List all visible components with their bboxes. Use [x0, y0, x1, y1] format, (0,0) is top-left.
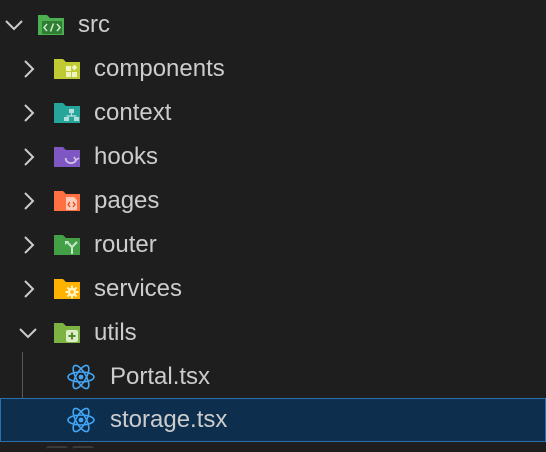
tree-item-context[interactable]: context	[0, 91, 546, 135]
chevron-right-icon[interactable]	[16, 56, 42, 82]
react-icon	[66, 407, 96, 433]
tree-item-components[interactable]: components	[0, 47, 546, 91]
tree-item-portal-tsx[interactable]: Portal.tsx	[0, 355, 546, 399]
folder-src-icon	[36, 12, 66, 38]
tree-item-utils[interactable]: utils	[0, 311, 546, 355]
folder-router-icon	[52, 232, 82, 258]
file-explorer-tree: src components context hooks pages route…	[0, 0, 546, 452]
folder-components-icon	[52, 56, 82, 82]
chevron-down-icon[interactable]	[1, 12, 27, 38]
tree-item-hooks[interactable]: hooks	[0, 135, 546, 179]
chevron-right-icon[interactable]	[16, 188, 42, 214]
tree-item-services[interactable]: services	[0, 267, 546, 311]
tree-item-src[interactable]: src	[0, 3, 546, 47]
chevron-right-icon[interactable]	[16, 232, 42, 258]
chevron-down-icon[interactable]	[15, 320, 41, 346]
tree-item-label: storage.tsx	[110, 406, 228, 433]
tree-item-label: context	[94, 99, 172, 126]
tree-item-label: Portal.tsx	[110, 363, 211, 390]
folder-pages-icon	[52, 188, 82, 214]
chevron-right-icon[interactable]	[16, 276, 42, 302]
react-icon	[66, 364, 96, 390]
tree-item-storage-tsx[interactable]: storage.tsx	[0, 398, 546, 442]
tree-item-label: hooks	[94, 143, 159, 170]
tree-item-label: services	[94, 275, 183, 302]
next-item-peek	[40, 446, 100, 452]
tree-item-pages[interactable]: pages	[0, 179, 546, 223]
chevron-right-icon[interactable]	[16, 144, 42, 170]
folder-hooks-icon	[52, 144, 82, 170]
tree-item-label: router	[94, 231, 157, 258]
tree-item-label: pages	[94, 187, 160, 214]
folder-context-icon	[52, 100, 82, 126]
chevron-right-icon[interactable]	[16, 100, 42, 126]
tree-item-router[interactable]: router	[0, 223, 546, 267]
folder-services-icon	[52, 276, 82, 302]
folder-utils-icon	[52, 320, 82, 346]
tree-item-label: components	[94, 55, 225, 82]
tree-item-label: utils	[94, 319, 137, 346]
tree-item-label: src	[78, 11, 110, 38]
